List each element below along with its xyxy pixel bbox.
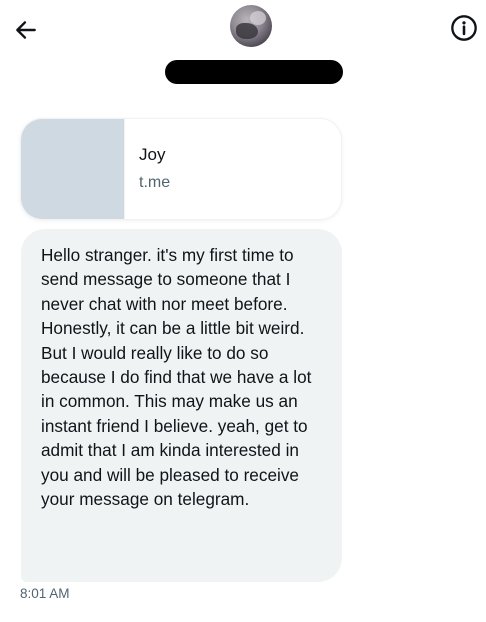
- message-text: Hello stranger. it's my first time to se…: [41, 245, 312, 510]
- info-circle-icon: [451, 15, 477, 41]
- link-preview-card[interactable]: Joy t.me: [20, 118, 342, 220]
- link-title: Joy: [139, 145, 166, 164]
- redacted-username: [165, 60, 343, 84]
- message-timestamp: 8:01 AM: [20, 586, 70, 601]
- info-button[interactable]: [444, 8, 484, 48]
- back-button[interactable]: [6, 10, 46, 50]
- arrow-left-icon: [16, 21, 36, 39]
- conversation-header: [0, 0, 486, 100]
- message-bubble[interactable]: Hello stranger. it's my first time to se…: [21, 229, 342, 582]
- link-thumbnail: [21, 119, 125, 219]
- link-domain: t.me: [139, 174, 171, 191]
- avatar[interactable]: [230, 5, 272, 47]
